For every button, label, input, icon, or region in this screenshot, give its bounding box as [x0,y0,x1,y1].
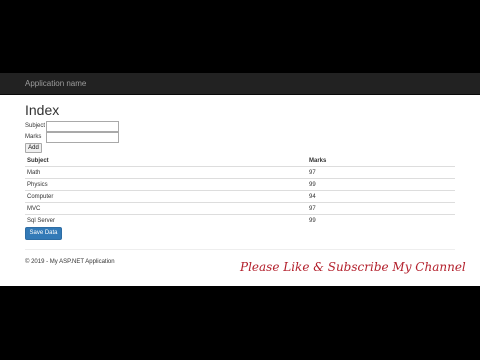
table-row: Computer 94 [25,190,455,203]
marks-label: Marks [25,134,42,140]
page-title: Index [25,102,60,118]
add-button[interactable]: Add [25,143,42,153]
navbar-brand-link[interactable]: Application name [25,79,86,89]
save-data-button[interactable]: Save Data [25,227,62,240]
table-header-row: Subject Marks [25,155,455,167]
subject-cell: Physics [25,178,307,191]
subject-cell: Computer [25,190,307,203]
navbar: Application name [0,73,480,95]
marks-cell: 97 [307,166,455,179]
video-frame: Application name Index Subject Marks Add… [0,0,480,360]
subject-input[interactable] [46,121,119,132]
footer-divider [25,249,455,250]
marks-table: Subject Marks Math 97 Physics 99 Compute… [25,155,455,226]
subject-cell: Sql Server [25,214,307,226]
marks-input[interactable] [46,132,119,143]
browser-page: Application name Index Subject Marks Add… [0,73,480,286]
subject-cell: Math [25,166,307,179]
table-row: Physics 99 [25,178,455,191]
subscribe-overlay-text: Please Like & Subscribe My Channel [240,260,466,274]
subject-label: Subject [25,123,46,129]
subject-cell: MVC [25,202,307,215]
marks-cell: 97 [307,202,455,215]
marks-cell: 99 [307,214,455,226]
column-header-subject: Subject [25,155,307,167]
marks-cell: 94 [307,190,455,203]
table-row: Math 97 [25,166,455,179]
footer-copyright: © 2019 - My ASP.NET Application [25,259,115,265]
table-row: MVC 97 [25,202,455,215]
table-row: Sql Server 99 [25,214,455,226]
column-header-marks: Marks [307,155,455,167]
marks-cell: 99 [307,178,455,191]
